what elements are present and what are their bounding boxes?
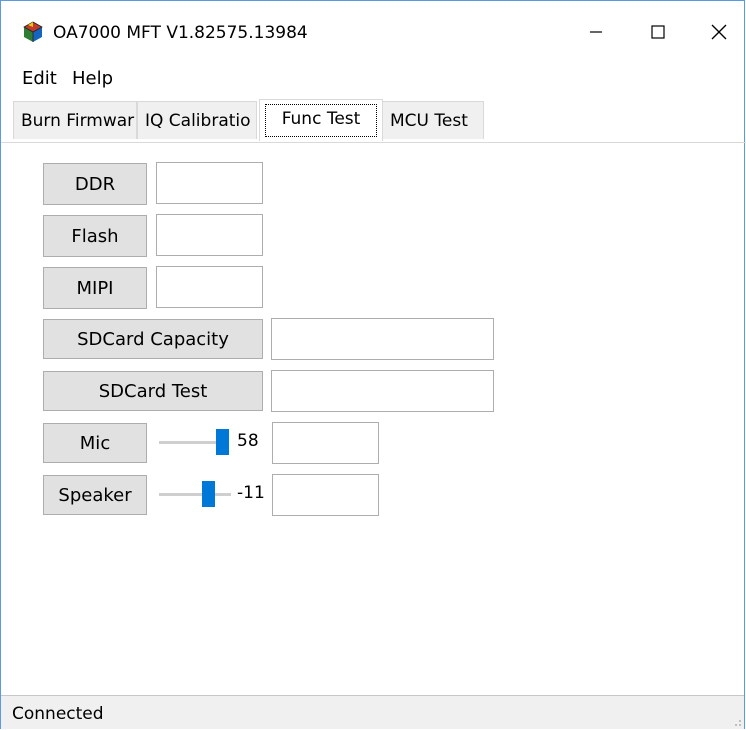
speaker-slider-track[interactable] xyxy=(159,493,231,496)
mipi-button[interactable]: MIPI xyxy=(43,267,147,309)
minimize-icon xyxy=(590,31,602,33)
tab-iq-calibration[interactable]: IQ Calibratio xyxy=(137,101,257,139)
window-title: OA7000 MFT V1.82575.13984 xyxy=(53,23,308,43)
sdcard-capacity-result-field[interactable] xyxy=(271,318,494,360)
speaker-result-field[interactable] xyxy=(272,474,379,516)
maximize-icon xyxy=(651,25,665,39)
app-window: OA7000 MFT V1.82575.13984 Edit Help Burn… xyxy=(0,0,746,729)
ddr-button[interactable]: DDR xyxy=(43,163,147,205)
menu-help[interactable]: Help xyxy=(72,68,113,89)
tab-func-test[interactable]: Func Test xyxy=(259,99,383,141)
size-grip-icon[interactable] xyxy=(730,715,742,727)
mic-slider-value: 58 xyxy=(237,431,259,451)
tab-divider xyxy=(1,142,746,143)
close-button[interactable] xyxy=(696,15,742,49)
sdcard-test-result-field[interactable] xyxy=(271,370,494,412)
mipi-result-field[interactable] xyxy=(156,266,263,308)
flash-result-field[interactable] xyxy=(156,214,263,256)
sdcard-test-button[interactable]: SDCard Test xyxy=(43,371,263,411)
menu-bar: Edit Help xyxy=(1,63,744,97)
maximize-button[interactable] xyxy=(635,15,681,49)
mic-slider-thumb[interactable] xyxy=(216,429,229,455)
speaker-slider-thumb[interactable] xyxy=(202,481,215,507)
flash-button[interactable]: Flash xyxy=(43,215,147,257)
mic-result-field[interactable] xyxy=(272,422,379,464)
tab-label: IQ Calibratio xyxy=(145,111,251,131)
focus-rectangle xyxy=(265,104,377,137)
ddr-result-field[interactable] xyxy=(156,162,263,204)
tab-strip: Burn Firmwar IQ Calibratio MCU Test Func… xyxy=(13,99,733,141)
status-text: Connected xyxy=(12,704,104,724)
tab-label: Burn Firmwar xyxy=(21,111,135,131)
tab-mcu-test[interactable]: MCU Test xyxy=(382,101,484,139)
app-cube-icon xyxy=(23,21,43,43)
tab-burn-firmware[interactable]: Burn Firmwar xyxy=(13,101,137,139)
mic-button[interactable]: Mic xyxy=(43,423,147,463)
status-bar: Connected xyxy=(1,695,744,729)
speaker-button[interactable]: Speaker xyxy=(43,475,147,515)
sdcard-capacity-button[interactable]: SDCard Capacity xyxy=(43,319,263,359)
tab-label: MCU Test xyxy=(390,111,468,131)
speaker-slider-value: -11 xyxy=(237,483,265,503)
close-icon xyxy=(711,24,727,40)
menu-edit[interactable]: Edit xyxy=(22,68,57,89)
title-bar[interactable]: OA7000 MFT V1.82575.13984 xyxy=(1,1,744,63)
minimize-button[interactable] xyxy=(573,15,619,49)
